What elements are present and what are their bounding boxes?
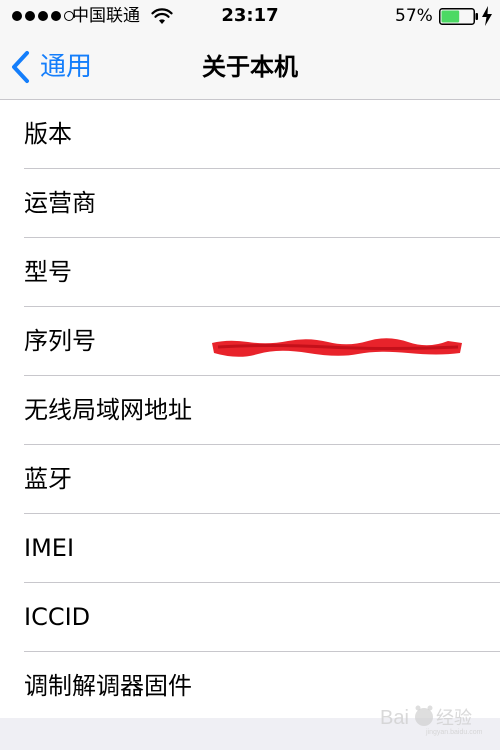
about-list: 版本 运营商 型号 序列号 无线局域网地址 蓝牙 IMEI ICCID 调制解调… [0, 100, 500, 721]
row-label: 运营商 [24, 189, 96, 217]
row-label: 型号 [24, 258, 72, 286]
row-label: ICCID [24, 603, 91, 631]
row-label: 蓝牙 [24, 465, 72, 493]
svg-text:经验: 经验 [436, 708, 472, 729]
row-label: IMEI [24, 534, 75, 562]
navigation-bar: 通用 关于本机 [0, 34, 500, 100]
row-label: 调制解调器固件 [24, 672, 192, 700]
charging-icon [482, 6, 492, 26]
row-iccid[interactable]: ICCID [0, 583, 500, 652]
redaction-mark [212, 338, 462, 357]
status-bar: 中国联通 23:17 57% [0, 0, 500, 34]
settings-screen: 中国联通 23:17 57% 通用 关于本机 版本 运营商 型号 序列号 无线局… [0, 0, 500, 750]
row-carrier[interactable]: 运营商 [0, 169, 500, 238]
page-title: 关于本机 [202, 53, 298, 81]
row-label: 无线局域网地址 [24, 396, 192, 424]
row-serial-number[interactable]: 序列号 [0, 307, 500, 376]
svg-text:jingyan.baidu.com: jingyan.baidu.com [425, 729, 483, 736]
row-wifi-address[interactable]: 无线局域网地址 [0, 376, 500, 445]
svg-text:Bai: Bai [380, 707, 409, 729]
baidu-watermark-logo: Bai 经验 jingyan.baidu.com [380, 705, 483, 736]
row-bluetooth[interactable]: 蓝牙 [0, 445, 500, 514]
row-label: 版本 [24, 120, 72, 148]
row-imei[interactable]: IMEI [0, 514, 500, 583]
row-label: 序列号 [24, 327, 96, 355]
row-version[interactable]: 版本 [0, 100, 500, 169]
battery-icon [439, 8, 478, 25]
row-model[interactable]: 型号 [0, 238, 500, 307]
battery-percentage: 57% [395, 6, 433, 26]
